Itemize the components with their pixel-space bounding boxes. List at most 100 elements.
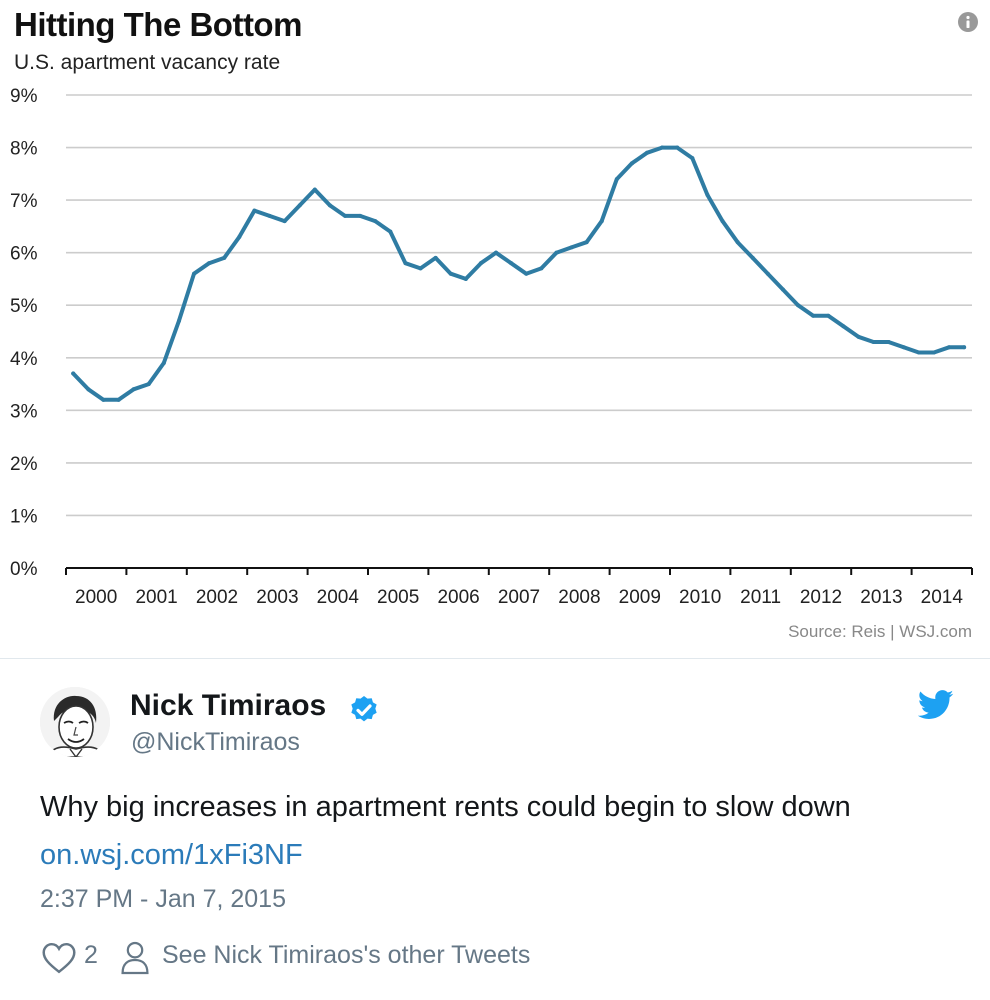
x-tick-label: 2004 — [317, 587, 360, 608]
y-tick-label: 6% — [10, 244, 38, 265]
x-tick-label: 2009 — [619, 587, 661, 608]
data-point — [796, 303, 801, 308]
tweet-card: Nick Timiraos @NickTimiraos Why big incr… — [0, 659, 990, 1000]
data-point — [780, 287, 785, 292]
data-point — [71, 371, 76, 376]
data-point — [841, 324, 846, 329]
tick-labels: 0% 1% 2% 3% 4% 5% 6% 7% 8% 9% 2000 2001 2002 2003 2004… — [10, 86, 963, 608]
data-point — [750, 255, 755, 260]
gridlines — [66, 94, 972, 517]
data-point — [327, 203, 332, 208]
x-tick-label: 2005 — [377, 587, 419, 608]
x-tick-label: 2003 — [256, 587, 298, 608]
y-tick-label: 9% — [10, 86, 38, 107]
data-point — [388, 229, 393, 234]
data-point — [116, 397, 121, 402]
data-point — [161, 361, 166, 366]
data-point — [856, 334, 861, 339]
x-axis — [65, 567, 973, 575]
y-tick-label: 1% — [10, 506, 38, 527]
data-point — [373, 219, 378, 224]
data-point — [237, 234, 242, 239]
data-point — [494, 250, 499, 255]
x-tick-label: 2008 — [558, 587, 600, 608]
data-point — [675, 145, 680, 150]
x-tick-label: 2013 — [860, 587, 902, 608]
data-point — [282, 219, 287, 224]
data-point — [358, 213, 363, 218]
data-point — [267, 213, 272, 218]
verified-badge-icon — [351, 696, 377, 722]
data-point — [343, 213, 348, 218]
author-name[interactable]: Nick Timiraos — [130, 689, 326, 723]
x-tick-label: 2011 — [740, 587, 781, 608]
data-point — [86, 387, 91, 392]
data-point — [554, 250, 559, 255]
y-tick-label: 3% — [10, 401, 38, 422]
series-layer — [71, 145, 967, 402]
data-point — [916, 350, 921, 355]
data-point — [765, 271, 770, 276]
x-tick-label: 2014 — [921, 587, 964, 608]
data-point — [297, 203, 302, 208]
data-point — [811, 313, 816, 318]
series-line — [71, 145, 967, 402]
y-tick-label: 4% — [10, 349, 38, 370]
data-point — [645, 150, 650, 155]
y-tick-label: 0% — [10, 559, 38, 580]
data-point — [418, 266, 423, 271]
data-point — [871, 340, 876, 345]
data-point — [312, 187, 317, 192]
data-point — [569, 245, 574, 250]
data-point — [176, 318, 181, 323]
other-tweets-link[interactable]: See Nick Timiraos's other Tweets — [162, 941, 530, 970]
x-tick-label: 2010 — [679, 587, 721, 608]
data-point — [901, 345, 906, 350]
tweet-text: Why big increases in apartment rents cou… — [40, 791, 851, 823]
x-tick-label: 2006 — [437, 587, 479, 608]
data-point — [660, 145, 665, 150]
y-tick-label: 5% — [10, 296, 38, 317]
data-point — [947, 345, 952, 350]
x-tick-label: 2000 — [75, 587, 117, 608]
y-tick-label: 2% — [10, 454, 38, 475]
avatar-sketch-icon — [40, 687, 110, 757]
data-point — [720, 219, 725, 224]
data-point — [222, 255, 227, 260]
person-icon — [121, 941, 149, 975]
data-point — [101, 397, 106, 402]
data-point — [962, 345, 967, 350]
y-tick-label: 7% — [10, 191, 38, 212]
tweet-timestamp[interactable]: 2:37 PM - Jan 7, 2015 — [40, 885, 286, 914]
data-point — [448, 271, 453, 276]
tweet-link[interactable]: on.wsj.com/1xFi3NF — [40, 839, 303, 872]
data-point — [539, 266, 544, 271]
x-tick-label: 2012 — [800, 587, 842, 608]
line-chart: 0% 1% 2% 3% 4% 5% 6% 7% 8% 9% 2000 2001 2002 2003 2004… — [10, 86, 973, 608]
data-point — [886, 340, 891, 345]
data-point — [599, 219, 604, 224]
author-handle[interactable]: @NickTimiraos — [131, 728, 300, 757]
x-tick-label: 2001 — [135, 587, 177, 608]
avatar[interactable] — [40, 687, 110, 757]
data-point — [735, 240, 740, 245]
data-point — [403, 261, 408, 266]
data-point — [705, 192, 710, 197]
x-tick-label: 2002 — [196, 587, 238, 608]
data-point — [433, 255, 438, 260]
data-point — [524, 271, 529, 276]
y-tick-label: 8% — [10, 139, 38, 160]
x-tick-label: 2007 — [498, 587, 540, 608]
data-point — [931, 350, 936, 355]
data-point — [629, 161, 634, 166]
chart-card: Hitting The Bottom U.S. apartment vacanc… — [0, 0, 990, 658]
data-point — [131, 387, 136, 392]
data-point — [207, 261, 212, 266]
heart-icon[interactable] — [40, 942, 78, 974]
like-count: 2 — [84, 941, 98, 969]
twitter-bird-icon[interactable] — [918, 690, 954, 720]
data-point — [478, 261, 483, 266]
data-point — [826, 313, 831, 318]
data-point — [690, 156, 695, 161]
data-point — [252, 208, 257, 213]
